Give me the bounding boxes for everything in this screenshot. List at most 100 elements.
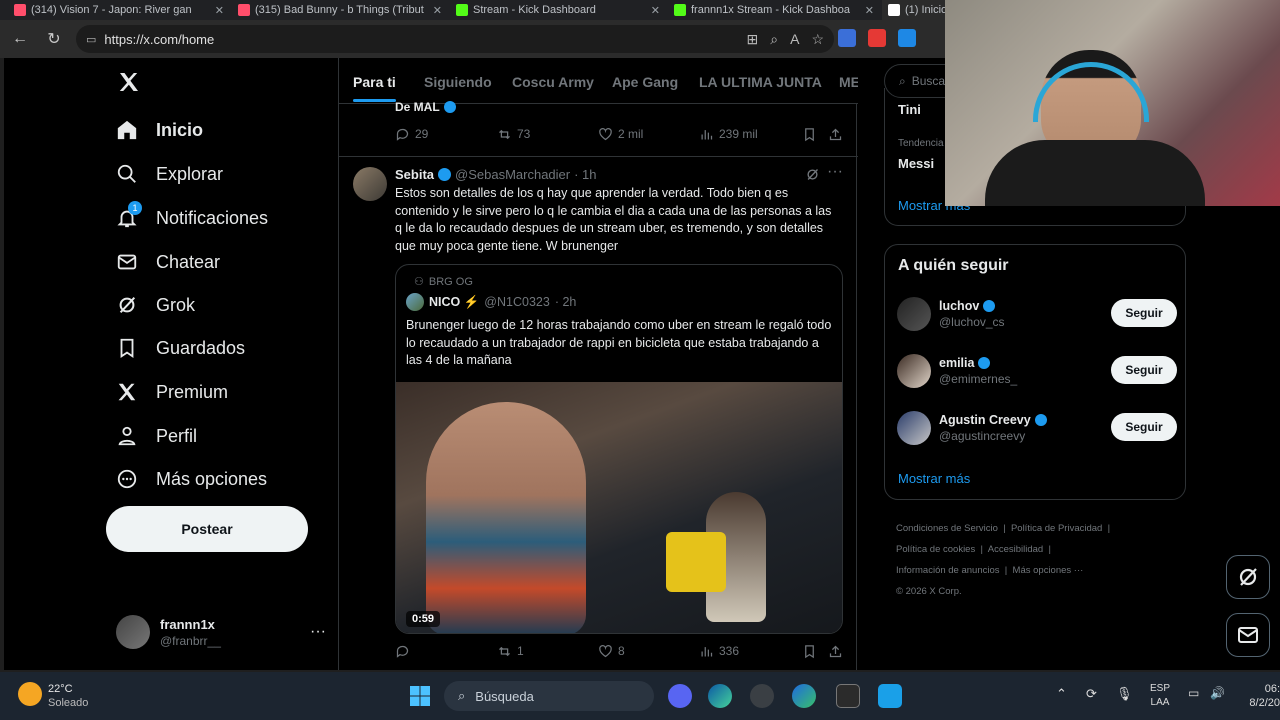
- nav-item-explore[interactable]: Explorar: [116, 159, 223, 189]
- share-icon[interactable]: [828, 127, 843, 142]
- follow-button[interactable]: Seguir: [1111, 413, 1177, 441]
- nav-item-more[interactable]: Más opciones: [116, 464, 267, 494]
- nav-item-premium[interactable]: Premium: [116, 377, 228, 407]
- show-more-follow-link[interactable]: Mostrar más: [898, 471, 970, 486]
- grok-fab[interactable]: [1226, 555, 1270, 599]
- bookmark-icon[interactable]: [802, 127, 817, 142]
- edge-beta-icon[interactable]: [792, 684, 816, 708]
- browser-tab[interactable]: frannn1x Stream - Kick Dashboa ✕: [668, 0, 880, 20]
- bookmark-icon: [120, 338, 134, 358]
- nav-item-bookmarks[interactable]: Guardados: [116, 333, 245, 363]
- network-icon[interactable]: ▭: [1188, 686, 1199, 700]
- extension-icon[interactable]: [898, 29, 916, 47]
- nav-item-notifications[interactable]: 1 Notificaciones: [116, 201, 268, 233]
- trend-item[interactable]: Tini: [898, 102, 921, 117]
- messages-fab[interactable]: [1226, 613, 1270, 657]
- views-button[interactable]: 239 mil: [699, 127, 758, 142]
- more-options-icon[interactable]: ···: [827, 163, 843, 181]
- tab-siguiendo[interactable]: Siguiendo: [424, 74, 492, 90]
- sun-weather-icon[interactable]: [18, 682, 42, 706]
- like-count: 8: [618, 644, 625, 658]
- steam-icon[interactable]: [750, 684, 774, 708]
- search-placeholder: Buscar: [911, 74, 950, 88]
- browser-tab[interactable]: Stream - Kick Dashboard ✕: [450, 0, 666, 20]
- follow-suggestion[interactable]: emilia @emimernes_ Seguir: [897, 348, 1177, 394]
- app-f-icon[interactable]: [878, 684, 902, 708]
- kick-favicon-icon: [456, 4, 468, 16]
- address-bar[interactable]: ▭ https://x.com/home ⊞ ⌕ A ☆: [76, 25, 834, 53]
- bookmark-icon[interactable]: [802, 644, 817, 659]
- nav-item-chat[interactable]: Chatear: [116, 247, 220, 277]
- follow-suggestion[interactable]: Agustin Creevy @agustincreevy Seguir: [897, 405, 1177, 451]
- like-button[interactable]: 8: [598, 644, 625, 659]
- tab-para-ti[interactable]: Para ti: [353, 74, 396, 102]
- back-icon[interactable]: ←: [6, 25, 34, 53]
- sync-icon[interactable]: ⟳: [1086, 686, 1097, 702]
- footer-link[interactable]: Política de Privacidad: [1011, 523, 1102, 534]
- tab-la-ultima-junta[interactable]: LA ULTIMA JUNTA: [699, 74, 822, 90]
- browser-tab[interactable]: (315) Bad Bunny - b Things (Tribut ✕: [232, 0, 448, 20]
- footer-link[interactable]: Información de anuncios: [896, 565, 1000, 576]
- clock[interactable]: 06: 8/2/20: [1238, 682, 1280, 710]
- epic-games-icon[interactable]: [836, 684, 860, 708]
- grok-icon[interactable]: [805, 167, 820, 182]
- edge-icon[interactable]: [708, 684, 732, 708]
- microphone-icon[interactable]: 🎙: [1116, 686, 1133, 702]
- tweet[interactable]: Sebita @SebasMarchadier · 1h ··· Estos s…: [339, 156, 858, 670]
- zoom-icon[interactable]: ⌕: [770, 31, 778, 48]
- nav-item-home[interactable]: Inicio: [116, 115, 203, 145]
- views-button[interactable]: 336: [699, 644, 739, 659]
- tab-more[interactable]: ME: [839, 74, 858, 90]
- taskbar-search[interactable]: ⌕ Búsqueda: [444, 681, 654, 711]
- language-indicator[interactable]: ESP LAA: [1150, 682, 1170, 710]
- close-tab-icon[interactable]: ✕: [433, 4, 442, 17]
- favorite-star-icon[interactable]: ☆: [811, 31, 824, 48]
- x-logo-icon[interactable]: [117, 70, 141, 94]
- follow-button[interactable]: Seguir: [1111, 299, 1177, 327]
- author-name[interactable]: Sebita: [395, 167, 434, 182]
- footer-link[interactable]: Política de cookies: [896, 544, 975, 555]
- repost-count: 1: [517, 644, 524, 658]
- close-tab-icon[interactable]: ✕: [215, 4, 224, 17]
- close-tab-icon[interactable]: ✕: [651, 4, 660, 17]
- reply-button[interactable]: [395, 644, 415, 659]
- weather-widget[interactable]: 22°C Soleado: [48, 682, 88, 710]
- follow-button[interactable]: Seguir: [1111, 356, 1177, 384]
- video-player[interactable]: 0:59: [396, 382, 842, 633]
- windows-start-icon[interactable]: [408, 684, 432, 708]
- tweet-time[interactable]: · 1h: [574, 167, 596, 182]
- volume-icon[interactable]: 🔊: [1210, 686, 1225, 700]
- discord-icon[interactable]: [668, 684, 692, 708]
- repost-button[interactable]: 1: [497, 644, 524, 659]
- nav-item-profile[interactable]: Perfil: [116, 421, 197, 451]
- post-button[interactable]: Postear: [106, 506, 308, 552]
- avatar[interactable]: [353, 167, 387, 201]
- site-info-icon[interactable]: ▭: [86, 33, 96, 46]
- like-button[interactable]: 2 mil: [598, 127, 643, 142]
- tab-coscu-army[interactable]: Coscu Army: [512, 74, 594, 90]
- verified-badge-icon: [443, 101, 456, 113]
- browser-tab[interactable]: (314) Vision 7 - Japon: River gan ✕: [8, 0, 230, 20]
- quoted-tweet[interactable]: ⚇ BRG OG NICO ⚡ @N1C0323 · 2h Brunenger …: [395, 264, 843, 634]
- author-handle[interactable]: @SebasMarchadier: [455, 167, 570, 182]
- repost-button[interactable]: 73: [497, 127, 530, 142]
- quote-time: · 2h: [554, 295, 577, 309]
- tab-ape-gang[interactable]: Ape Gang: [612, 74, 678, 90]
- extension-icon[interactable]: [868, 29, 886, 47]
- reply-button[interactable]: 29: [395, 127, 428, 142]
- app-available-icon[interactable]: ⊞: [747, 31, 759, 48]
- account-switcher[interactable]: frannn1x @franbrr__ ···: [116, 606, 326, 658]
- chevron-up-icon[interactable]: ⌃: [1056, 686, 1067, 702]
- nav-item-grok[interactable]: Grok: [116, 290, 195, 320]
- footer-link[interactable]: Condiciones de Servicio: [896, 523, 998, 534]
- browser-tab-active[interactable]: (1) Inicio: [882, 0, 952, 20]
- extension-icon[interactable]: [838, 29, 856, 47]
- reload-icon[interactable]: ↻: [40, 25, 68, 53]
- footer-link[interactable]: Accesibilidad: [988, 544, 1043, 555]
- share-icon[interactable]: [828, 644, 843, 659]
- close-tab-icon[interactable]: ✕: [865, 4, 874, 17]
- read-aloud-icon[interactable]: A: [790, 31, 799, 48]
- follow-suggestion[interactable]: luchov @luchov_cs Seguir: [897, 291, 1177, 337]
- trend-item[interactable]: Messi: [898, 156, 934, 171]
- footer-link[interactable]: Más opciones ···: [1013, 565, 1084, 576]
